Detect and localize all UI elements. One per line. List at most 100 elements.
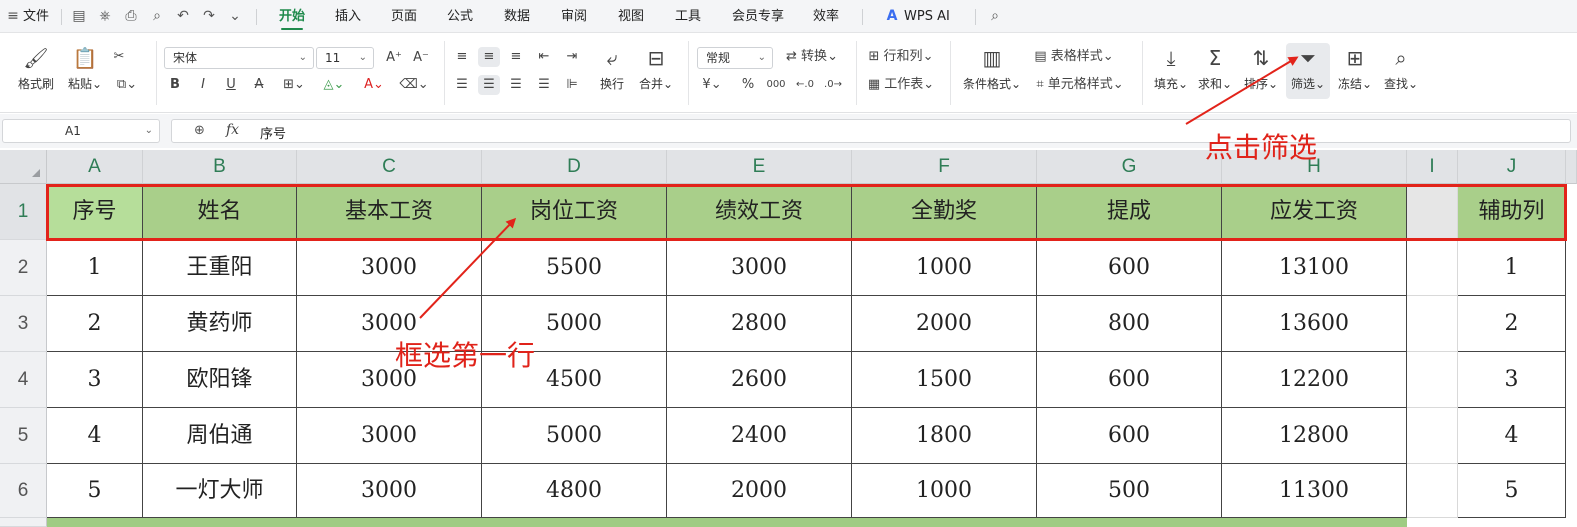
table-style-button[interactable]: ▤ 表格样式⌄: [1032, 47, 1116, 67]
decrease-indent-icon[interactable]: ⇤: [534, 47, 554, 67]
number-format-select[interactable]: 常规 ⌄: [697, 47, 773, 69]
data-cell[interactable]: 周伯通: [143, 408, 297, 464]
zoom-icon[interactable]: ⊕: [194, 123, 205, 138]
paste-button[interactable]: 📋 粘贴⌄: [62, 45, 108, 92]
decrease-font-icon[interactable]: A⁻: [410, 48, 432, 68]
data-cell[interactable]: 黄药师: [143, 296, 297, 352]
data-cell[interactable]: 3000: [297, 408, 482, 464]
worksheet-button[interactable]: ▦ 工作表⌄: [866, 75, 936, 95]
eraser-icon[interactable]: ⌫⌄: [398, 75, 430, 95]
tab-efficiency[interactable]: 效率: [813, 0, 839, 33]
save-icon[interactable]: ▤: [70, 7, 88, 25]
data-cell[interactable]: 1000: [852, 464, 1037, 518]
align-top-icon[interactable]: ≡: [452, 47, 472, 67]
row-header-6[interactable]: 6: [0, 464, 47, 518]
header-cell[interactable]: 提成: [1037, 184, 1222, 240]
increase-indent-icon[interactable]: ⇥: [562, 47, 582, 67]
copy-icon[interactable]: ⧉⌄: [110, 75, 144, 95]
row-header-5[interactable]: 5: [0, 408, 47, 464]
filter-button[interactable]: ⏷ 筛选⌄: [1286, 43, 1330, 99]
header-cell[interactable]: 应发工资: [1222, 184, 1407, 240]
currency-icon[interactable]: ¥⌄: [699, 75, 725, 95]
data-cell[interactable]: 13600: [1222, 296, 1407, 352]
format-painter-button[interactable]: 🖌 格式刷: [12, 45, 60, 92]
convert-button[interactable]: ⇄ 转换⌄: [782, 47, 842, 67]
data-cell[interactable]: 2600: [667, 352, 852, 408]
row-header-4[interactable]: 4: [0, 352, 47, 408]
data-cell[interactable]: 2000: [852, 296, 1037, 352]
column-header-f[interactable]: F: [852, 150, 1037, 184]
header-cell[interactable]: 岗位工资: [482, 184, 667, 240]
data-cell[interactable]: 1800: [852, 408, 1037, 464]
row-header-1[interactable]: 1: [0, 184, 47, 240]
data-cell[interactable]: 2: [1458, 296, 1566, 352]
data-cell[interactable]: 3000: [667, 240, 852, 296]
header-cell[interactable]: 基本工资: [297, 184, 482, 240]
column-header-g[interactable]: G: [1037, 150, 1222, 184]
distribute-icon[interactable]: ⊫: [562, 75, 582, 95]
data-cell[interactable]: 1500: [852, 352, 1037, 408]
print-icon[interactable]: ⎙: [122, 7, 140, 25]
header-cell[interactable]: 姓名: [143, 184, 297, 240]
font-color-icon[interactable]: A⌄: [358, 75, 390, 95]
data-cell[interactable]: 600: [1037, 352, 1222, 408]
font-name-select[interactable]: 宋体 ⌄: [164, 47, 314, 69]
data-cell[interactable]: [1407, 240, 1458, 296]
tab-view[interactable]: 视图: [618, 0, 644, 33]
border-icon[interactable]: ⊞⌄: [278, 75, 310, 95]
align-left-icon[interactable]: ☰: [452, 75, 472, 95]
tab-formula[interactable]: 公式: [447, 0, 473, 33]
header-cell[interactable]: 全勤奖: [852, 184, 1037, 240]
data-cell[interactable]: [1407, 464, 1458, 518]
data-cell[interactable]: 5: [47, 464, 143, 518]
header-cell[interactable]: 绩效工资: [667, 184, 852, 240]
tab-insert[interactable]: 插入: [335, 0, 361, 33]
data-cell[interactable]: 2000: [667, 464, 852, 518]
data-cell[interactable]: 4800: [482, 464, 667, 518]
data-cell[interactable]: 600: [1037, 240, 1222, 296]
tab-home[interactable]: 开始: [279, 0, 305, 33]
percent-icon[interactable]: %: [738, 75, 758, 95]
column-header-j[interactable]: J: [1458, 150, 1566, 184]
font-size-select[interactable]: 11 ⌄: [316, 47, 374, 69]
data-cell[interactable]: [1407, 408, 1458, 464]
align-bottom-icon[interactable]: ≡: [506, 47, 526, 67]
formula-input[interactable]: ⊕ fx 序号: [171, 119, 1571, 143]
chevron-down-icon[interactable]: ⌄: [226, 7, 244, 25]
sum-button[interactable]: Σ 求和⌄: [1194, 45, 1236, 92]
tab-page[interactable]: 页面: [391, 0, 417, 33]
column-header-d[interactable]: D: [482, 150, 667, 184]
sort-button[interactable]: ⇅ 排序⌄: [1240, 45, 1282, 92]
cell-style-button[interactable]: ⌗ 单元格样式⌄: [1032, 75, 1128, 95]
redo-icon[interactable]: ↷: [200, 7, 218, 25]
align-center-icon[interactable]: ☰: [478, 75, 500, 95]
data-cell[interactable]: 1000: [852, 240, 1037, 296]
freeze-button[interactable]: ⊞ 冻结⌄: [1334, 45, 1376, 92]
tab-data[interactable]: 数据: [504, 0, 530, 33]
share-icon[interactable]: ⎈: [96, 7, 114, 25]
cut-icon[interactable]: ✂: [108, 47, 130, 67]
data-cell[interactable]: 500: [1037, 464, 1222, 518]
data-cell[interactable]: 2400: [667, 408, 852, 464]
data-cell[interactable]: 3000: [297, 464, 482, 518]
fx-icon[interactable]: fx: [226, 122, 239, 138]
data-cell[interactable]: 11300: [1222, 464, 1407, 518]
data-cell[interactable]: 一灯大师: [143, 464, 297, 518]
align-middle-icon[interactable]: ≡: [478, 47, 500, 67]
data-cell[interactable]: 3: [47, 352, 143, 408]
data-cell[interactable]: 1: [1458, 240, 1566, 296]
data-cell[interactable]: 13100: [1222, 240, 1407, 296]
tab-member[interactable]: 会员专享: [732, 0, 784, 33]
data-cell[interactable]: 4: [47, 408, 143, 464]
data-cell[interactable]: 12800: [1222, 408, 1407, 464]
data-cell[interactable]: 2800: [667, 296, 852, 352]
underline-icon[interactable]: U: [221, 75, 241, 95]
tab-tools[interactable]: 工具: [675, 0, 701, 33]
decrease-decimal-icon[interactable]: .0→: [822, 75, 844, 95]
bold-icon[interactable]: B: [165, 75, 185, 95]
data-cell[interactable]: [1407, 352, 1458, 408]
data-cell[interactable]: 800: [1037, 296, 1222, 352]
data-cell[interactable]: 12200: [1222, 352, 1407, 408]
fill-button[interactable]: ⤓ 填充⌄: [1150, 45, 1192, 92]
data-cell[interactable]: 5: [1458, 464, 1566, 518]
